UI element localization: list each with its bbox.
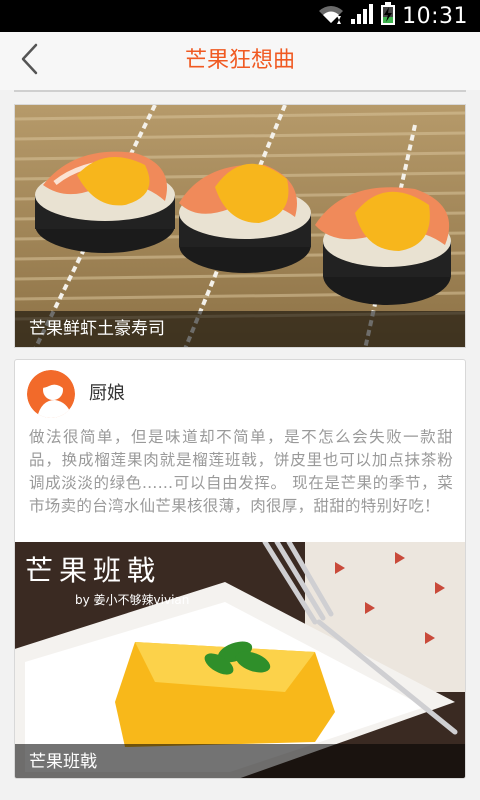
app-bar: 芒果狂想曲 bbox=[0, 32, 480, 90]
recipe-card[interactable]: 芒果鲜虾土豪寿司 bbox=[14, 104, 466, 348]
wifi-icon bbox=[318, 3, 344, 29]
caption-bar: 芒果鲜虾土豪寿司 bbox=[15, 311, 465, 347]
photo-overlay-title: 芒果班戟 bbox=[25, 554, 161, 587]
status-bar: 10:31 bbox=[0, 0, 480, 32]
post-description: 做法很简单，但是味道却不简单，是不怎么会失败一款甜品，换成榴莲果肉就是榴莲班戟，… bbox=[29, 428, 453, 515]
signal-icon bbox=[350, 3, 374, 29]
header-divider bbox=[14, 90, 466, 92]
photo-overlay-byline: by 姜小不够辣vivian bbox=[75, 593, 189, 607]
post-card[interactable]: 厨娘 做法很简单，但是味道却不简单，是不怎么会失败一款甜品，换成榴莲果肉就是榴莲… bbox=[14, 359, 466, 779]
avatar[interactable] bbox=[27, 370, 75, 418]
page-title: 芒果狂想曲 bbox=[184, 48, 295, 73]
battery-charging-icon bbox=[380, 2, 396, 30]
author-row[interactable]: 厨娘 bbox=[15, 360, 465, 422]
author-name[interactable]: 厨娘 bbox=[89, 374, 125, 414]
caption-bar: 芒果班戟 bbox=[15, 744, 465, 778]
status-icons: 10:31 bbox=[318, 0, 468, 32]
recipe-caption: 芒果鲜虾土豪寿司 bbox=[29, 319, 165, 339]
status-time: 10:31 bbox=[402, 3, 468, 29]
post-caption: 芒果班戟 bbox=[29, 752, 97, 772]
post-photo: 芒果班戟 by 姜小不够辣vivian 芒果班戟 bbox=[15, 542, 465, 778]
